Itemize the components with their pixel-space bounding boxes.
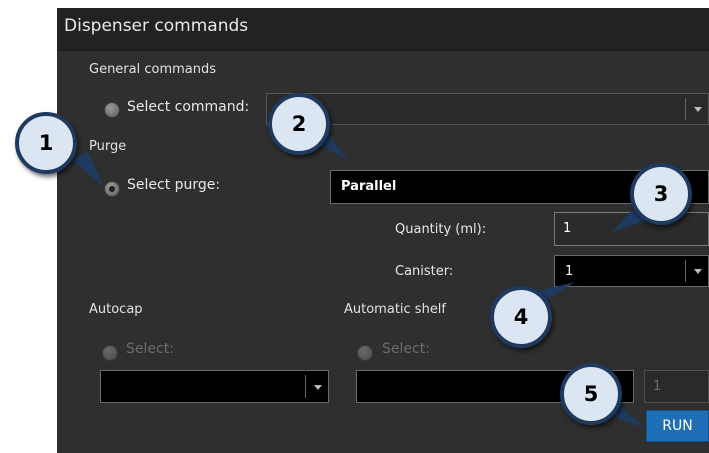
callout-badge-1: 1 [15, 112, 77, 174]
callout-badge-3: 3 [630, 163, 692, 225]
callout-badge-4: 4 [490, 286, 552, 348]
callout-badge-5: 5 [560, 363, 622, 425]
callout-badge-2: 2 [268, 93, 330, 155]
callout-pointer-1 [72, 152, 104, 187]
